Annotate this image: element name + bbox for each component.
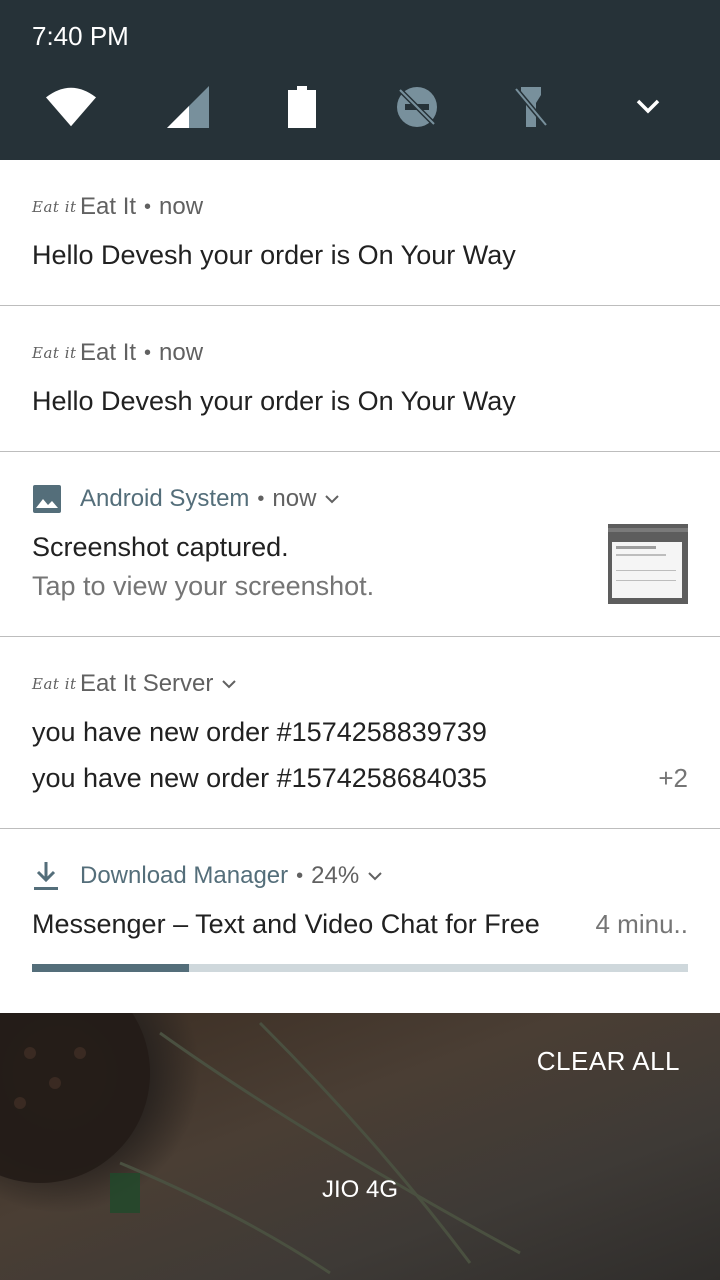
notification-eat-it-server[interactable]: Eat it Eat It Server you have new order … bbox=[0, 637, 720, 829]
notification-text: Hello Devesh your order is On Your Way bbox=[32, 240, 516, 270]
order-line: you have new order #1574258684035 bbox=[32, 763, 487, 793]
app-name: Eat It bbox=[80, 339, 137, 366]
download-progress-fill bbox=[32, 964, 190, 972]
notification-header: Eat it Eat It • now bbox=[32, 339, 204, 366]
notification-time: now bbox=[159, 339, 204, 366]
more-count-badge: +2 bbox=[658, 763, 688, 793]
do-not-disturb-off-icon[interactable] bbox=[392, 84, 442, 130]
app-name: Android System bbox=[80, 485, 250, 512]
flashlight-off-icon[interactable] bbox=[506, 84, 556, 130]
notification-download[interactable]: Download Manager • 24% Messenger – Text … bbox=[0, 829, 720, 1013]
notification-text: Tap to view your screenshot. bbox=[32, 571, 375, 601]
notification-time: now bbox=[272, 485, 317, 512]
download-progress-text: 24% bbox=[311, 862, 360, 889]
download-eta: 4 minu.. bbox=[595, 909, 689, 939]
notification-time: now bbox=[159, 193, 204, 220]
chevron-down-icon[interactable] bbox=[221, 679, 237, 689]
battery-icon[interactable] bbox=[277, 84, 327, 130]
chevron-down-icon[interactable] bbox=[367, 871, 383, 881]
notification-eat-it-2[interactable]: Eat it Eat It • now Hello Devesh your or… bbox=[0, 306, 720, 452]
eat-it-logo-icon: Eat it bbox=[32, 675, 77, 693]
order-line: you have new order #1574258839739 bbox=[32, 717, 487, 747]
notification-title: Screenshot captured. bbox=[32, 532, 289, 562]
carrier-label: JIO 4G bbox=[321, 1176, 399, 1203]
clear-all-button[interactable]: CLEAR ALL bbox=[537, 1046, 680, 1077]
wifi-icon[interactable] bbox=[46, 84, 96, 130]
notification-header: Android System • now bbox=[32, 482, 340, 516]
chevron-down-icon[interactable] bbox=[324, 494, 340, 504]
screenshot-thumbnail[interactable] bbox=[608, 524, 688, 604]
cellular-signal-icon[interactable] bbox=[163, 84, 213, 130]
quick-settings-bar: 7:40 PM bbox=[0, 0, 720, 160]
image-icon bbox=[32, 485, 70, 513]
eat-it-logo-icon: Eat it bbox=[32, 344, 77, 362]
notification-header: Eat it Eat It • now bbox=[32, 193, 204, 220]
app-name: Eat It Server bbox=[80, 670, 214, 697]
notification-header: Download Manager • 24% bbox=[32, 859, 383, 893]
notification-text: Hello Devesh your order is On Your Way bbox=[32, 386, 516, 416]
notification-eat-it-1[interactable]: Eat it Eat It • now Hello Devesh your or… bbox=[0, 160, 720, 306]
notification-list: Eat it Eat It • now Hello Devesh your or… bbox=[0, 160, 720, 1013]
clock: 7:40 PM bbox=[32, 21, 129, 51]
notification-screenshot[interactable]: Android System • now Screenshot captured… bbox=[0, 452, 720, 637]
notification-header: Eat it Eat It Server bbox=[32, 667, 237, 701]
download-icon bbox=[32, 862, 70, 890]
app-name: Download Manager bbox=[80, 862, 289, 889]
expand-chevron-icon[interactable] bbox=[623, 84, 673, 130]
download-title: Messenger – Text and Video Chat for Free bbox=[32, 909, 540, 939]
download-progress-track bbox=[32, 964, 688, 972]
app-name: Eat It bbox=[80, 193, 137, 220]
eat-it-logo-icon: Eat it bbox=[32, 198, 77, 216]
